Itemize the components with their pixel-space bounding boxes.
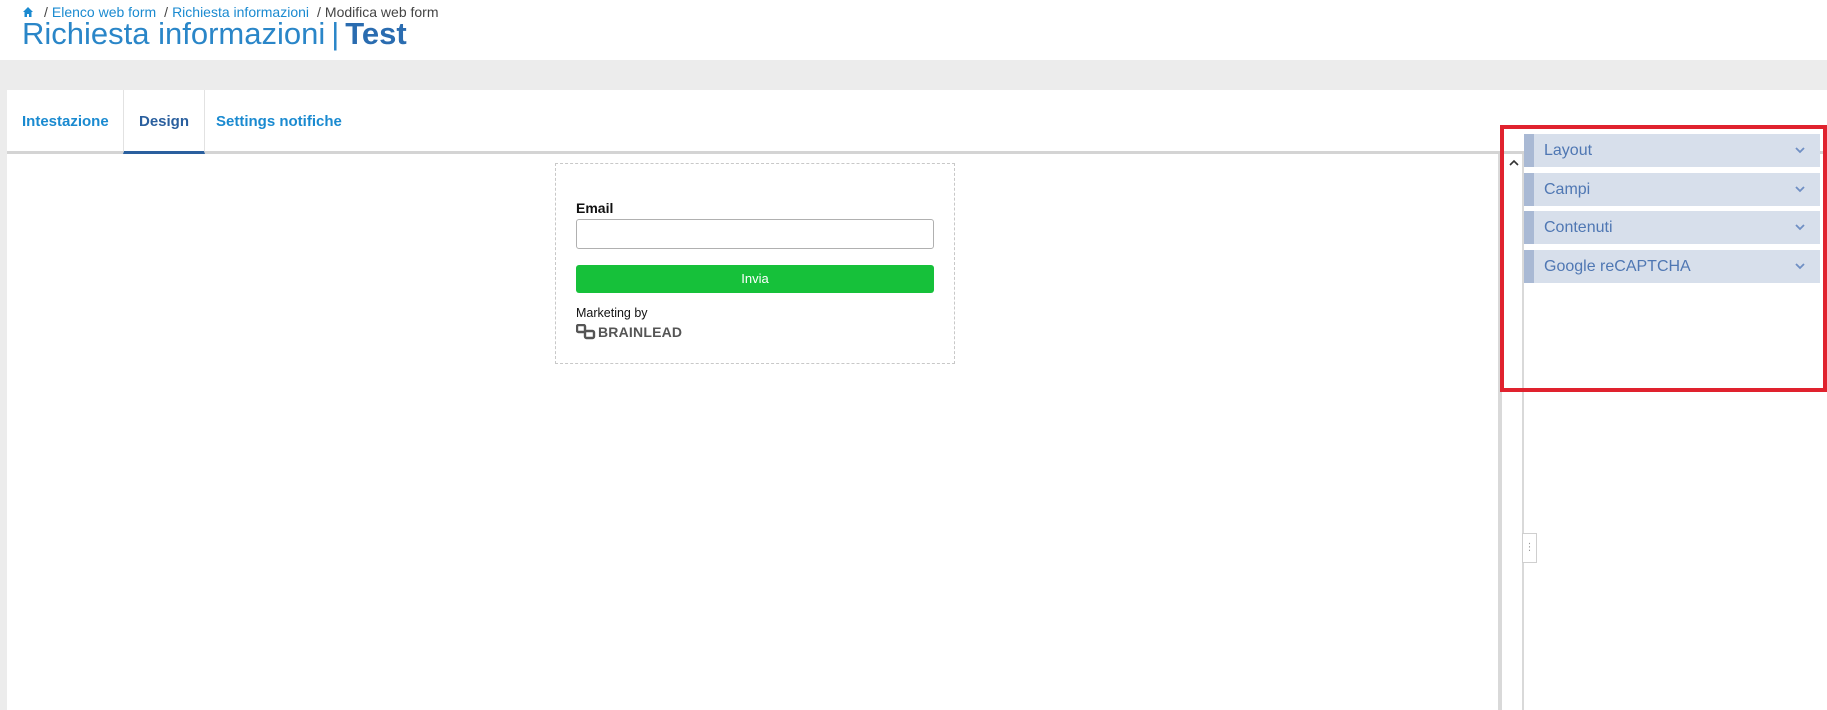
accordion-label: Contenuti [1544,219,1613,236]
tab-settings-notifiche[interactable]: Settings notifiche [211,90,351,154]
accordion-label: Google reCAPTCHA [1544,257,1691,275]
accordion-layout[interactable]: Layout [1524,134,1820,167]
accordion-label: Layout [1544,142,1593,159]
web-form-preview[interactable]: Email Invia Marketing by BRAINLEAD [555,163,955,364]
marketing-by-label: Marketing by [576,306,648,320]
page-title-separator: | [331,16,340,51]
editor-panel: Intestazione Design Settings notifiche E… [7,90,1827,710]
chevron-down-icon [1795,224,1805,231]
chevron-down-icon [1795,185,1805,192]
scroll-up-icon[interactable] [1507,156,1521,170]
page-header: / Elenco web form / Richiesta informazio… [0,0,1827,60]
email-label: Email [576,200,614,216]
tab-intestazione[interactable]: Intestazione [22,90,122,154]
brainlead-logo-icon [576,324,596,340]
brainlead-logo: BRAINLEAD [576,324,682,340]
resize-handle-icon[interactable]: ⋮ [1522,533,1537,563]
brand-name: BRAINLEAD [598,324,683,340]
email-field[interactable] [576,219,934,249]
accordion-label: Campi [1544,180,1591,198]
accordion-google-recaptcha[interactable]: Google reCAPTCHA [1524,249,1820,283]
design-canvas: Email Invia Marketing by BRAINLEAD [7,154,1502,710]
submit-button[interactable]: Invia [576,265,934,293]
chevron-down-icon [1795,147,1805,154]
page-title: Richiesta informazioni | Test [22,16,407,52]
accordion-campi[interactable]: Campi [1524,172,1820,206]
design-sidebar-accordion: Layout Campi Contenuti Google reCAPTCHA [1524,134,1820,288]
accordion-contenuti[interactable]: Contenuti [1524,211,1820,244]
chevron-down-icon [1795,262,1805,269]
page-title-emphasis: Test [345,16,407,51]
page-title-main: Richiesta informazioni [22,16,326,51]
tab-design[interactable]: Design [123,90,205,154]
